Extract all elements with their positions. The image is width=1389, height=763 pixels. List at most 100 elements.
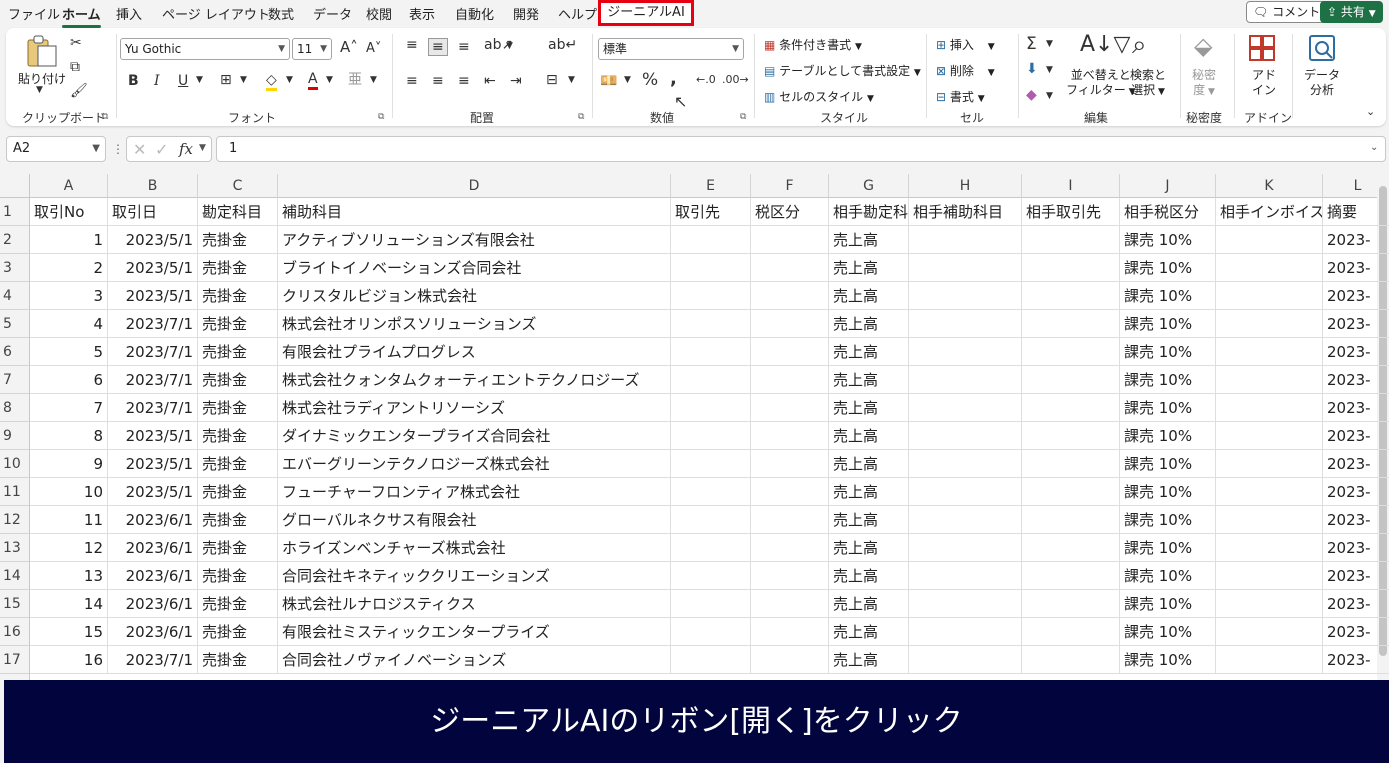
table-cell[interactable]: 10 — [30, 478, 108, 506]
table-cell[interactable] — [1216, 534, 1323, 562]
row-header[interactable]: 10 — [0, 450, 30, 478]
table-cell[interactable]: 課売 10% — [1120, 562, 1216, 590]
table-cell[interactable]: 売上高 — [829, 226, 909, 254]
table-cell[interactable]: 2023- — [1323, 506, 1389, 534]
table-cell[interactable]: 14 — [30, 590, 108, 618]
table-cell[interactable]: ダイナミックエンタープライズ合同会社 — [278, 422, 671, 450]
table-cell[interactable]: 1 — [30, 226, 108, 254]
table-cell[interactable]: 7 — [30, 394, 108, 422]
table-cell[interactable]: 売掛金 — [198, 590, 278, 618]
font-name-select[interactable]: Yu Gothic ▼ — [120, 38, 290, 60]
table-cell[interactable] — [909, 562, 1022, 590]
header-cell[interactable]: 相手インボイス — [1216, 198, 1323, 226]
table-cell[interactable]: 8 — [30, 422, 108, 450]
accounting-format-icon[interactable]: 💴 — [600, 74, 617, 88]
table-cell[interactable] — [1216, 254, 1323, 282]
table-cell[interactable]: 2023/6/1 — [108, 506, 198, 534]
table-cell[interactable] — [1216, 366, 1323, 394]
add-ins-icon[interactable] — [1248, 34, 1276, 62]
align-right-icon[interactable]: ≡ — [458, 74, 470, 88]
merge-center-icon[interactable]: ⊟ — [546, 73, 558, 87]
comma-style-icon[interactable]: , — [670, 70, 677, 88]
chevron-down-icon[interactable]: ▼ — [199, 143, 206, 153]
table-cell[interactable]: 売掛金 — [198, 226, 278, 254]
table-cell[interactable] — [671, 422, 751, 450]
align-center-icon[interactable]: ≡ — [432, 74, 444, 88]
font-color-icon[interactable]: A — [308, 72, 318, 90]
table-cell[interactable]: 課売 10% — [1120, 422, 1216, 450]
tab-insert[interactable]: 挿入 — [116, 4, 142, 23]
increase-decimal-icon[interactable]: ←.0 — [696, 74, 716, 85]
table-cell[interactable] — [909, 646, 1022, 674]
table-cell[interactable]: 合同会社ノヴァイノベーションズ — [278, 646, 671, 674]
table-cell[interactable] — [671, 394, 751, 422]
table-cell[interactable] — [1216, 562, 1323, 590]
table-cell[interactable]: 2023/6/1 — [108, 562, 198, 590]
header-cell[interactable]: 取引日 — [108, 198, 198, 226]
table-cell[interactable]: 2023/6/1 — [108, 618, 198, 646]
table-cell[interactable] — [1022, 534, 1120, 562]
grow-font-icon[interactable]: A˄ — [340, 40, 358, 55]
formula-input[interactable]: 1 — [216, 136, 1386, 162]
column-header-e[interactable]: E — [671, 174, 751, 198]
format-cells-button[interactable]: ⊟ 書式 ▼ — [936, 88, 985, 105]
table-cell[interactable]: 2023/6/1 — [108, 534, 198, 562]
table-cell[interactable] — [751, 422, 829, 450]
name-box[interactable]: A2 ▼ — [6, 136, 106, 162]
table-cell[interactable]: 売掛金 — [198, 254, 278, 282]
align-middle-icon[interactable]: ≡ — [428, 38, 448, 56]
row-header[interactable]: 4 — [0, 282, 30, 310]
spreadsheet-grid[interactable]: ABCDEFGHIJKL 1 取引No 取引日 勘定科目 補助科目 取引先 税区分 相手勘定科… — [0, 174, 1389, 680]
table-cell[interactable] — [671, 534, 751, 562]
table-cell[interactable]: 2023- — [1323, 394, 1389, 422]
cut-icon[interactable]: ✂ — [70, 36, 82, 50]
table-cell[interactable]: 2023- — [1323, 534, 1389, 562]
table-cell[interactable]: 合同会社キネティッククリエーションズ — [278, 562, 671, 590]
table-cell[interactable] — [671, 618, 751, 646]
table-cell[interactable] — [1022, 478, 1120, 506]
table-cell[interactable]: 株式会社ルナロジスティクス — [278, 590, 671, 618]
select-all-corner[interactable] — [0, 174, 30, 198]
table-cell[interactable]: エバーグリーンテクノロジーズ株式会社 — [278, 450, 671, 478]
table-cell[interactable]: 売上高 — [829, 562, 909, 590]
table-cell[interactable]: 売掛金 — [198, 282, 278, 310]
table-cell[interactable] — [909, 590, 1022, 618]
column-header-k[interactable]: K — [1216, 174, 1323, 198]
table-cell[interactable]: 売上高 — [829, 310, 909, 338]
table-cell[interactable] — [671, 366, 751, 394]
table-cell[interactable] — [671, 590, 751, 618]
table-cell[interactable] — [671, 478, 751, 506]
table-cell[interactable]: 売上高 — [829, 254, 909, 282]
fill-color-icon[interactable]: ◇ — [266, 73, 277, 91]
column-header-i[interactable]: I — [1022, 174, 1120, 198]
header-cell[interactable]: 取引No — [30, 198, 108, 226]
table-cell[interactable] — [1022, 590, 1120, 618]
column-header-d[interactable]: D — [278, 174, 671, 198]
font-size-select[interactable]: 11 ▼ — [292, 38, 332, 60]
conditional-formatting-button[interactable]: ▦ 条件付き書式 ▼ — [764, 36, 862, 53]
table-cell[interactable]: 2023- — [1323, 254, 1389, 282]
table-cell[interactable] — [909, 450, 1022, 478]
insert-cells-button[interactable]: ⊞ 挿入 ▼ — [936, 36, 995, 53]
table-cell[interactable]: 15 — [30, 618, 108, 646]
table-cell[interactable]: 2023/5/1 — [108, 478, 198, 506]
table-cell[interactable] — [1022, 422, 1120, 450]
chevron-down-icon[interactable]: ▼ — [370, 76, 377, 85]
table-cell[interactable]: フューチャーフロンティア株式会社 — [278, 478, 671, 506]
table-cell[interactable]: 課売 10% — [1120, 646, 1216, 674]
table-cell[interactable] — [751, 226, 829, 254]
row-header[interactable]: 17 — [0, 646, 30, 674]
delete-cells-button[interactable]: ⊠ 削除 ▼ — [936, 62, 995, 79]
table-cell[interactable] — [671, 226, 751, 254]
tab-file[interactable]: ファイル — [8, 4, 60, 23]
table-cell[interactable] — [1216, 478, 1323, 506]
tab-review[interactable]: 校閲 — [366, 4, 392, 23]
tab-data[interactable]: データ — [313, 4, 352, 23]
table-cell[interactable]: 売上高 — [829, 646, 909, 674]
phonetic-icon[interactable]: 亜 — [348, 73, 362, 87]
chevron-down-icon[interactable]: ▼ — [506, 42, 513, 51]
table-cell[interactable]: ブライトイノベーションズ合同会社 — [278, 254, 671, 282]
borders-icon[interactable]: ⊞ — [220, 73, 232, 87]
table-cell[interactable] — [671, 506, 751, 534]
table-cell[interactable]: 課売 10% — [1120, 618, 1216, 646]
